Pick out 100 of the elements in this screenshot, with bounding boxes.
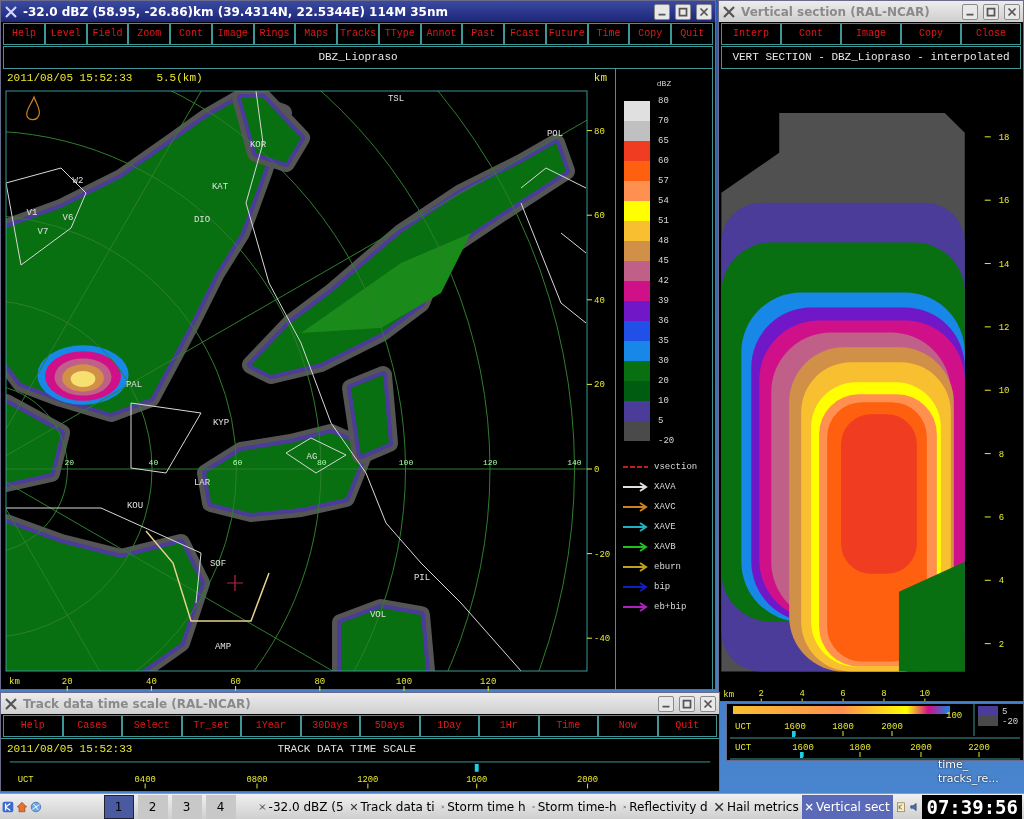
taskbar-button[interactable]: Hail metrics [710,794,802,819]
taskbar-button[interactable]: Reflectivity d [619,794,711,819]
legend-label: eb+bip [654,600,687,614]
menu-button[interactable]: Past [462,23,505,45]
axis-tick-label: 2200 [968,743,990,753]
maximize-button[interactable] [675,3,691,20]
scale-label: 80 [658,94,670,108]
taskbar-button[interactable]: Track data ti [346,794,438,819]
range-ring-label: 120 [483,457,498,467]
axis-tick-label: 80 [594,126,605,137]
menu-button[interactable]: Fcast [504,23,546,45]
minimize-button[interactable] [654,3,670,20]
menu-button[interactable]: 1Hr [479,715,539,737]
axis-tick-label: -40 [594,633,611,644]
map-label: TSL [387,93,405,104]
taskbar-button[interactable]: Vertical sect [801,794,893,819]
menu-button[interactable]: Help [3,715,63,737]
menu-button[interactable]: 1Day [419,715,479,737]
axis-tick-label: 10 [998,385,1010,396]
axis-tick-label: 1600 [792,743,814,753]
time-marker [800,752,803,758]
axis-tick-label: 2000 [910,743,932,753]
desktop-icon-label[interactable]: time_ [938,758,999,772]
close-button[interactable] [1004,3,1020,20]
menu-button[interactable]: Rings [253,23,296,45]
range-ring-label: 100 [398,457,414,467]
timestamp: 2011/08/05 15:52:33 [7,742,133,758]
x-app-icon [713,800,724,813]
axis-tick-label: 2000 [577,774,599,785]
axis-tick-label: -20 [594,549,611,560]
menu-button[interactable]: Annot [420,23,463,45]
desktop-button[interactable]: 2 [137,794,168,819]
menu-button[interactable]: Tracks [337,23,379,45]
desktop-button[interactable]: 3 [171,794,202,819]
close-button[interactable] [696,3,712,20]
menu-button[interactable]: Zoom [128,23,171,45]
x-app-icon [4,696,18,711]
axis-tick-label: 14 [998,259,1010,270]
menu-button[interactable]: Interp [721,23,781,45]
axis-tick-label: 60 [594,210,605,221]
axis-tick-label: 1600 [466,774,488,785]
maximize-button[interactable] [679,695,695,712]
menu-button[interactable]: Tr_set [181,715,241,737]
map-label: KAT [211,181,229,192]
taskbar-button[interactable]: -32.0 dBZ (5 [255,794,347,819]
menu-button[interactable]: 5Days [360,715,420,737]
scale-label: 54 [658,194,670,208]
menu-button[interactable]: Time [538,715,598,737]
map-label: SOF [209,558,227,569]
menu-button[interactable]: Now [598,715,658,737]
desktop-button[interactable]: 4 [205,794,236,819]
legend-title: dBZ [655,77,673,90]
axis-tick-label: 10 [919,689,931,699]
map-label: AMP [214,641,232,652]
menu-button[interactable]: Time [587,23,630,45]
menu-button[interactable]: Close [961,23,1021,45]
menu-button[interactable]: Level [44,23,87,45]
menu-button[interactable]: Select [122,715,182,737]
menu-button[interactable]: 30Days [300,715,360,737]
menu-button[interactable]: Cases [62,715,122,737]
menu-button[interactable]: Maps [295,23,338,45]
axis-tick-label: 40 [594,295,605,306]
taskbar-button[interactable]: Storm time-h [528,794,620,819]
axis-tick-label: 40 [146,676,157,687]
range-ring-label: 60 [232,457,243,467]
range-ring-label: 140 [567,457,582,467]
time-marker [792,731,795,737]
axis-tick-label: 0800 [246,774,268,785]
maximize-button[interactable] [983,3,999,20]
legend-label: XAVA [654,480,676,494]
axis-tick-label: 6 [998,512,1005,523]
window-title: -32.0 dBZ (58.95, -26.86)km (39.4314N, 22.5344E) 114M 35nm [23,3,449,21]
menu-button[interactable]: Quit [657,715,717,737]
crosshair-icon [226,573,244,592]
taskbar-button[interactable]: Storm time h [437,794,529,819]
menu-button[interactable]: Quit [671,23,713,45]
menu-button[interactable]: Copy [901,23,961,45]
legend-label: bip [654,580,671,594]
menu-button[interactable]: Image [211,23,254,45]
legend-label: eburn [654,560,681,574]
axis-tick-label: 0 [594,464,600,475]
menu-button[interactable]: Help [3,23,45,45]
map-label: PAL [125,379,143,390]
menu-button[interactable]: 1Year [241,715,301,737]
menu-button[interactable]: Future [545,23,588,45]
map-label: AG [306,451,318,462]
menu-button[interactable]: TType [378,23,421,45]
menu-button[interactable]: Cont [781,23,841,45]
desktop-icon-label[interactable]: tracks_re... [938,772,999,786]
desktop-button[interactable]: 1 [103,794,134,819]
minimize-button[interactable] [658,695,674,712]
menu-button[interactable]: Field [86,23,129,45]
menu-button[interactable]: Image [841,23,901,45]
menu-button[interactable]: Cont [170,23,212,45]
scale-label: 48 [658,234,670,248]
minimize-button[interactable] [962,3,978,20]
axis-unit: km [9,676,20,687]
menu-button[interactable]: Copy [629,23,672,45]
scale-label: 51 [658,214,670,228]
close-button[interactable] [700,695,716,712]
